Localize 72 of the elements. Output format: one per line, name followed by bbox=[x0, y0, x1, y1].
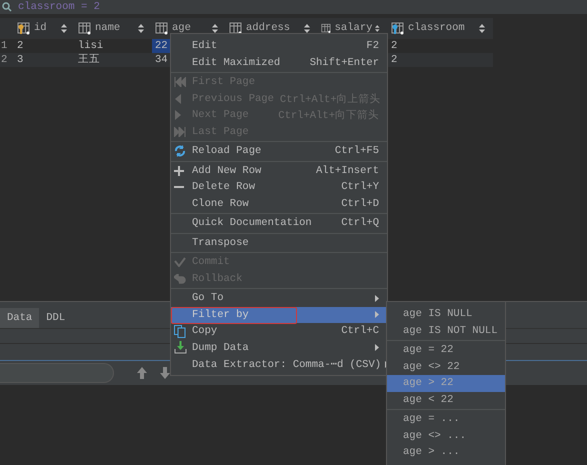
menu-item[interactable]: age <> 22 bbox=[387, 358, 505, 375]
plus-icon bbox=[174, 166, 184, 176]
menu-item[interactable]: Edit F2 bbox=[171, 38, 387, 54]
sort-icon[interactable] bbox=[479, 24, 485, 32]
menu-item[interactable]: Dump Data bbox=[171, 340, 387, 356]
previous-icon bbox=[174, 94, 182, 104]
column-icon bbox=[155, 22, 169, 34]
column-header[interactable]: age bbox=[152, 18, 226, 38]
table-cell[interactable]: 3 bbox=[14, 53, 75, 67]
tab[interactable]: Data bbox=[0, 308, 40, 328]
check-icon bbox=[174, 257, 186, 268]
menu-item[interactable]: age = 22 bbox=[387, 342, 505, 358]
first-page-icon bbox=[174, 77, 186, 88]
menu-item[interactable]: Filter by bbox=[171, 306, 387, 323]
table-cell[interactable]: lisi bbox=[75, 39, 152, 53]
menu-item[interactable]: Reload Page Ctrl+F5 bbox=[171, 143, 387, 160]
shortcut-text: Shift+Enter bbox=[310, 56, 379, 69]
last-page-icon bbox=[174, 126, 186, 137]
menu-item[interactable]: age = ... bbox=[387, 411, 505, 428]
next-icon bbox=[174, 110, 182, 120]
row-number: 2 bbox=[0, 53, 8, 67]
menu-item[interactable]: Delete Row Ctrl+Y bbox=[171, 179, 387, 196]
sort-icon[interactable] bbox=[304, 24, 310, 32]
menu-item[interactable]: age IS NULL bbox=[387, 306, 505, 322]
sort-icon[interactable] bbox=[138, 24, 144, 32]
shortcut-text: Ctrl+C bbox=[341, 325, 379, 338]
menu-item[interactable]: Edit Maximized Shift+Enter bbox=[171, 54, 387, 71]
menu-item[interactable]: Go To bbox=[171, 290, 387, 306]
search-field[interactable] bbox=[0, 363, 114, 383]
menu-item[interactable]: Copy Ctrl+C bbox=[171, 323, 387, 340]
sort-icon[interactable] bbox=[61, 24, 67, 32]
column-header[interactable]: salary bbox=[318, 18, 388, 38]
column-header[interactable]: name bbox=[75, 18, 152, 38]
key-column-icon bbox=[17, 22, 31, 34]
menu-item[interactable]: age <> ... bbox=[387, 428, 505, 444]
column-header[interactable]: address bbox=[226, 18, 318, 38]
shortcut-text: F2 bbox=[366, 40, 379, 52]
menu-item[interactable]: Add New Row Alt+Insert bbox=[171, 162, 387, 179]
table-cell[interactable]: 2 bbox=[388, 39, 493, 53]
column-icon bbox=[78, 22, 92, 34]
menu-item[interactable]: Quick Documentation Ctrl+Q bbox=[171, 215, 387, 232]
column-icon bbox=[229, 22, 243, 34]
table-cell[interactable]: 王五 bbox=[75, 53, 152, 67]
foreign-key-column-icon bbox=[391, 22, 405, 34]
filter-text: classroom = 2 bbox=[18, 1, 100, 13]
shortcut-text: Ctrl+D bbox=[341, 198, 379, 210]
reload-icon bbox=[174, 145, 186, 158]
tab[interactable]: DDL bbox=[39, 308, 72, 328]
shortcut-text: Ctrl+F5 bbox=[334, 145, 379, 158]
table-cell[interactable]: 2 bbox=[388, 53, 493, 67]
menu-item[interactable]: age > ... bbox=[387, 444, 505, 460]
shortcut-text: Ctrl+Y bbox=[341, 181, 379, 194]
minus-icon bbox=[174, 186, 184, 188]
shortcut-text: Alt+Insert bbox=[316, 164, 379, 177]
column-icon bbox=[321, 22, 332, 34]
search-icon bbox=[2, 2, 12, 12]
menu-item[interactable]: age < 22 bbox=[387, 392, 505, 408]
undo-icon bbox=[174, 274, 186, 284]
menu-item[interactable]: Clone Row Ctrl+D bbox=[171, 196, 387, 212]
shortcut-text: Ctrl+Q bbox=[341, 217, 379, 230]
arrow-up-icon[interactable] bbox=[137, 367, 147, 379]
menu-item[interactable]: Transpose bbox=[171, 234, 387, 251]
row-number: 1 bbox=[0, 39, 8, 53]
copy-icon bbox=[174, 324, 186, 338]
table-cell[interactable]: 2 bbox=[14, 39, 75, 53]
column-header[interactable]: id bbox=[14, 18, 75, 38]
column-header[interactable]: classroom bbox=[388, 18, 493, 38]
sort-icon[interactable] bbox=[375, 24, 380, 32]
sort-icon[interactable] bbox=[212, 24, 218, 32]
download-icon bbox=[174, 341, 187, 354]
menu-item[interactable]: age IS NOT NULL bbox=[387, 322, 505, 339]
arrow-down-icon[interactable] bbox=[160, 367, 170, 379]
